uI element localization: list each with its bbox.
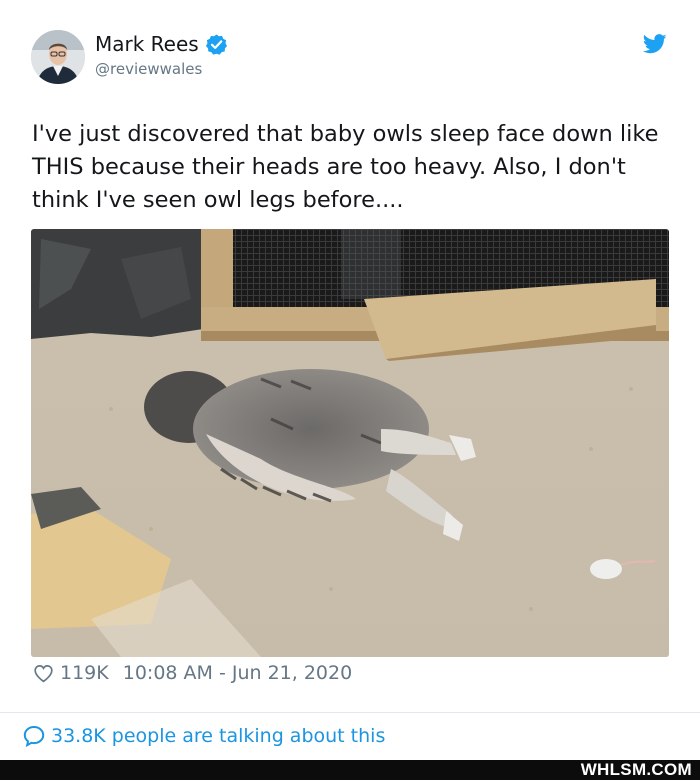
verified-badge-icon — [205, 33, 227, 55]
watermark-brand: WHLSM.COM — [580, 760, 692, 779]
author-name-row[interactable]: Mark Rees — [95, 32, 228, 56]
tweet-timestamp[interactable]: 10:08 AM - Jun 21, 2020 — [123, 662, 352, 684]
author-handle[interactable]: @reviewwales — [95, 60, 202, 78]
talking-about-label[interactable]: 33.8K people are talking about this — [51, 725, 385, 747]
watermark-bar: WHLSM.COM — [0, 760, 700, 780]
twitter-bird-icon[interactable] — [643, 33, 667, 55]
tweet-card: Mark Rees @reviewwales I've just discove… — [0, 0, 700, 760]
tweet-text: I've just discovered that baby owls slee… — [32, 121, 659, 213]
avatar[interactable] — [31, 30, 85, 84]
tweet-meta: 119K 10:08 AM - Jun 21, 2020 — [33, 659, 352, 687]
speech-bubble-icon — [23, 725, 45, 748]
tweet-photo[interactable] — [31, 229, 669, 657]
heart-icon[interactable] — [33, 663, 54, 684]
avatar-image — [31, 30, 85, 84]
divider — [0, 712, 700, 713]
talking-about-link[interactable]: 33.8K people are talking about this — [22, 722, 385, 750]
sleeping-owlet-photo — [31, 229, 669, 657]
like-count[interactable]: 119K — [60, 662, 109, 684]
author-name[interactable]: Mark Rees — [95, 32, 199, 56]
